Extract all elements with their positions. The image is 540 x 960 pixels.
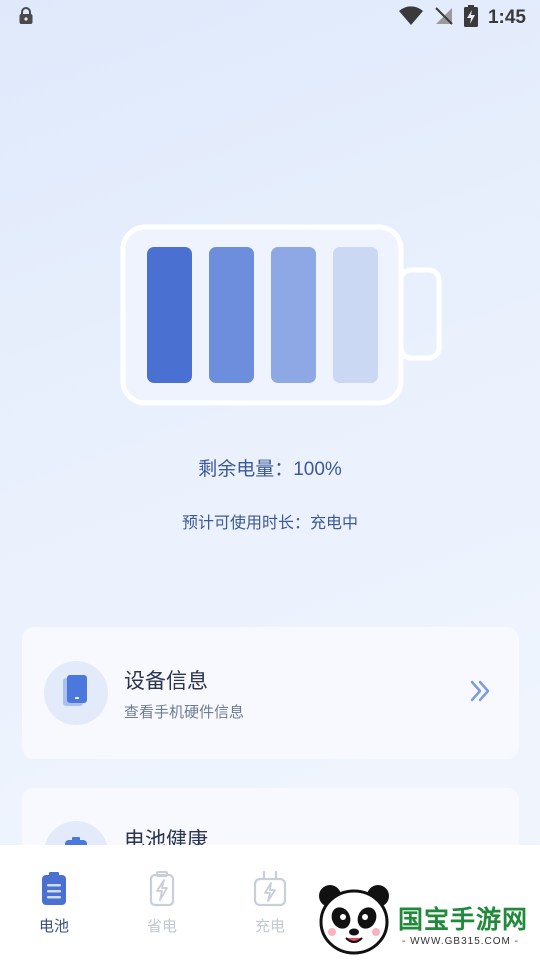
status-bar: 1:45 [0, 0, 540, 36]
double-chevron-right-icon[interactable] [469, 679, 491, 707]
battery-segment [271, 247, 316, 383]
tab-charging-label: 充电 [254, 917, 285, 935]
wifi-icon [398, 6, 424, 30]
tab-battery-label: 电池 [38, 917, 69, 935]
lock-icon [18, 7, 34, 29]
battery-cap [398, 267, 442, 361]
watermark-url: - WWW.GB315.COM - [402, 936, 519, 947]
battery-level-graphic [120, 224, 446, 410]
remaining-battery: 剩余电量：100% [0, 454, 540, 481]
tab-power-save[interactable]: 省电 [108, 845, 216, 960]
device-info-subtitle: 查看手机硬件信息 [124, 703, 245, 721]
panda-logo-icon [316, 882, 392, 960]
watermark-brand: 国宝手游网 [398, 905, 529, 934]
estimated-time: 预计可使用时长：充电中 [181, 513, 358, 532]
remaining-value: 100% [293, 459, 342, 480]
site-watermark: 国宝手游网 - WWW.GB315.COM - [298, 862, 540, 960]
battery-segment [147, 247, 192, 383]
battery-segment [209, 247, 254, 383]
charger-icon [253, 869, 287, 909]
battery-icon [41, 869, 67, 909]
phone-icon [61, 674, 91, 712]
status-time: 1:45 [487, 7, 526, 28]
tab-battery[interactable]: 电池 [0, 845, 108, 960]
remaining-label: 剩余电量： [198, 458, 294, 480]
no-signal-icon [434, 6, 454, 30]
battery-segment [333, 247, 378, 383]
tab-power-save-label: 省电 [146, 917, 177, 935]
device-icon-badge [44, 661, 108, 725]
power-save-icon [149, 869, 175, 909]
device-info-card[interactable]: 设备信息 查看手机硬件信息 [22, 627, 519, 759]
battery-charging-icon [463, 5, 478, 31]
device-info-title: 设备信息 [124, 669, 208, 693]
